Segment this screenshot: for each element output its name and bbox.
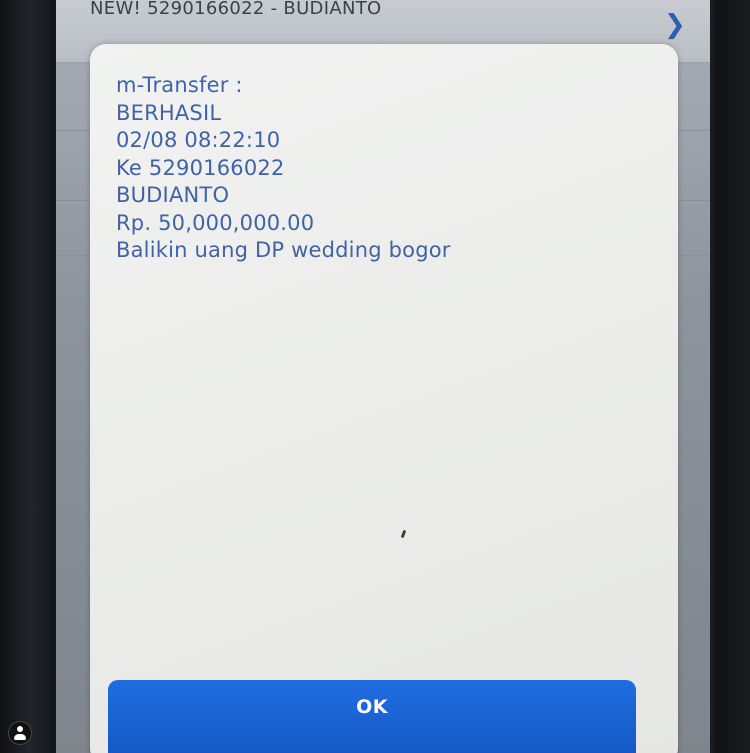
avatar-head bbox=[17, 726, 23, 732]
message-line-title: m-Transfer : bbox=[116, 73, 243, 97]
message-line-amount: Rp. 50,000,000.00 bbox=[116, 210, 315, 235]
dust-speck bbox=[400, 529, 407, 539]
dialog-message: m-Transfer : BERHASIL 02/08 08:22:10 Ke … bbox=[116, 72, 656, 265]
ok-button[interactable]: OK bbox=[108, 680, 636, 753]
message-line-account: Ke 5290166022 bbox=[116, 155, 285, 180]
transfer-result-dialog: m-Transfer : BERHASIL 02/08 08:22:10 Ke … bbox=[90, 44, 678, 753]
chevron-right-icon[interactable]: ❯ bbox=[664, 10, 686, 40]
message-line-note: Balikin uang DP wedding bogor bbox=[116, 238, 451, 262]
avatar-body bbox=[14, 734, 26, 740]
user-avatar-icon[interactable] bbox=[8, 721, 32, 745]
list-item-label: NEW! 5290166022 - BUDIANTO bbox=[90, 0, 382, 19]
message-line-recipient: BUDIANTO bbox=[116, 183, 230, 207]
message-line-datetime: 02/08 08:22:10 bbox=[116, 128, 281, 152]
message-line-status: BERHASIL bbox=[116, 100, 222, 125]
photo-background: NEW! 5290166022 - BUDIANTO ❯ m-Transfer … bbox=[0, 0, 750, 753]
